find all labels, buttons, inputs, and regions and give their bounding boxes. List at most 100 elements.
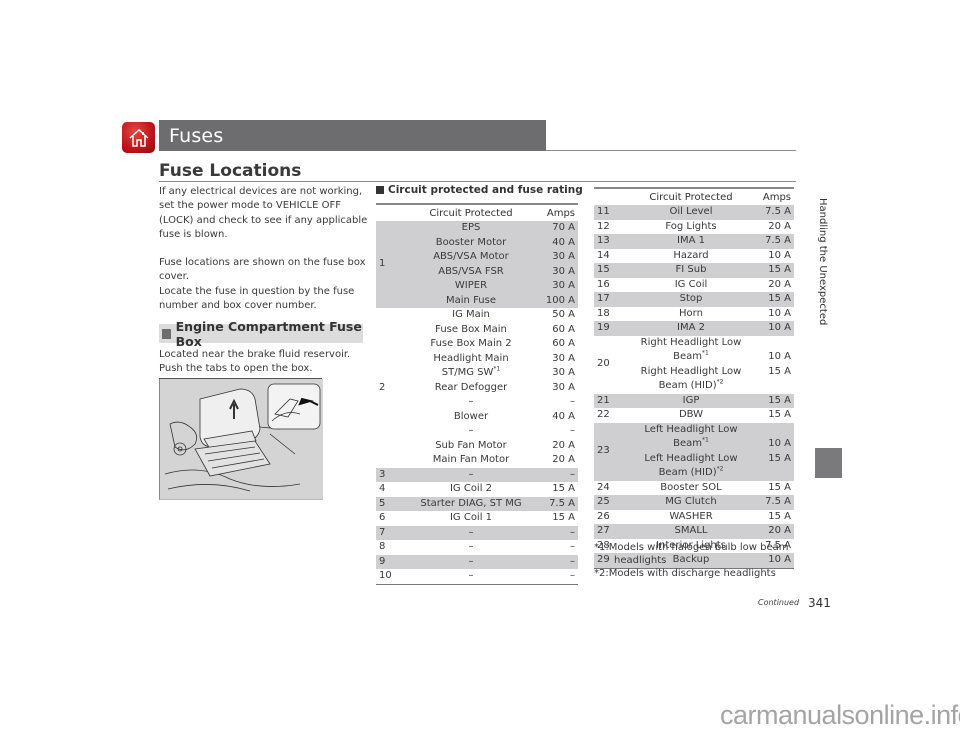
circuit-name: Starter DIAG, ST MG <box>408 496 534 511</box>
fuse-number: 15 <box>594 263 626 278</box>
circuit-name: IMA 2 <box>626 321 756 336</box>
fuse-rating: 10 A <box>756 321 794 336</box>
fuse-rating: 15 A <box>756 393 794 408</box>
watermark: carmanualsonline.info <box>720 700 960 730</box>
table-row: 3– – <box>376 467 578 482</box>
table-row: 7– – <box>376 525 578 540</box>
fuse-rating: 20 A <box>552 439 575 451</box>
circuit-name: MG Clutch <box>626 495 756 510</box>
square-bullet-icon <box>162 328 171 339</box>
table-row: 13 IMA 1 7.5 A <box>594 234 794 249</box>
fuse-rating-1: 10 A <box>768 351 791 362</box>
fuse-rating-2: 15 A <box>768 452 791 464</box>
circuit-name: Headlight Main <box>433 352 509 364</box>
divider <box>546 150 796 151</box>
table-row: 5 Starter DIAG, ST MG 7.5 A <box>376 496 578 511</box>
intro-paragraph: If any electrical devices are not workin… <box>159 186 368 241</box>
circuit-name: WASHER <box>669 510 713 522</box>
chapter-tab[interactable] <box>815 448 842 478</box>
fuse-table-2: Circuit Protected Amps 11 Oil Level 7.5 A1… <box>594 187 794 569</box>
location-text-1: Fuse locations are shown on the fuse box… <box>159 257 366 283</box>
circuit-name: Right Headlight Low Beam*1 Right Headligh… <box>626 336 756 394</box>
fuse-number: 18 <box>597 307 610 319</box>
fuse-rating: 20 A <box>756 524 794 539</box>
fuse-rating: 7.5 A <box>756 495 794 510</box>
circuit-name: IG Coil <box>674 278 708 290</box>
engine-fuse-box-illustration <box>159 379 323 500</box>
circuit-name: – <box>408 554 534 569</box>
footnotes: *1:Models with halogen bulb low beam hea… <box>594 541 799 580</box>
fuse-number: 6 <box>379 512 386 523</box>
fuse-box-location-paragraph: Located near the brake fluid reservoir. … <box>159 349 351 375</box>
circuit-name: FI Sub <box>626 263 756 278</box>
fuse-number: 14 <box>597 249 610 261</box>
fuse-number: 20 <box>597 358 610 370</box>
table-row: 24 Booster SOL 15 A <box>594 481 794 496</box>
fuse-number: 19 <box>594 321 626 336</box>
square-bullet-icon <box>376 186 384 194</box>
fuse-rating: – <box>534 569 578 585</box>
circuit-name: Stop <box>626 292 756 307</box>
circuit-name: Fuse Box Main <box>435 323 507 335</box>
fuse-number: 17 <box>594 292 626 307</box>
footnote-marker: *1 <box>702 436 709 444</box>
fuse-rating: 100 A <box>534 293 578 308</box>
circuit-name: WIPER <box>408 279 534 294</box>
fuse-rating: 15 A <box>756 263 794 278</box>
circuit-name: DBW <box>678 409 704 420</box>
table-row: 1 EPS 70 A <box>376 221 578 308</box>
home-button[interactable] <box>122 122 155 153</box>
footnote-2: *2:Models with discharge headlights <box>594 568 776 579</box>
column-header-circuit: Circuit Protected <box>408 203 534 221</box>
fuse-rating: – <box>534 554 578 569</box>
circuit-name: IGP <box>626 393 756 408</box>
circuit-name: ABS/VSA FSR <box>408 264 534 279</box>
table-row: 14 Hazard 10 A <box>594 249 794 264</box>
column-header-circuit: Circuit Protected <box>626 187 756 205</box>
table-row: 26 WASHER 15 A <box>594 510 794 525</box>
fuse-rating: 50 A <box>552 309 575 320</box>
fuse-rating: 40 A <box>534 235 578 250</box>
fuse-rating: 60 A <box>552 323 575 335</box>
location-text-2: Locate the fuse in question by the fuse … <box>159 285 355 312</box>
fuse-rating: 10 A <box>768 249 791 261</box>
circuit-variant-1: Right Headlight Low Beam*1 <box>640 336 742 363</box>
fuse-number: 21 <box>594 393 626 408</box>
table-row: 25 MG Clutch 7.5 A <box>594 495 794 510</box>
footnote-marker: *1 <box>702 349 709 357</box>
table-header-row: Circuit Protected Amps <box>376 203 578 221</box>
fuse-rating: 15 A <box>552 512 575 523</box>
circuit-name: Horn <box>679 307 703 319</box>
circuit-name: Blower <box>453 410 489 422</box>
fuse-rating: – <box>570 425 575 436</box>
table-row: 4 IG Coil 2 15 A <box>376 482 578 497</box>
circuit-variant-2: Right Headlight Low Beam (HID)*2 <box>640 365 742 392</box>
fuse-number: 8 <box>379 541 386 552</box>
fuse-number: 7 <box>376 525 408 540</box>
circuit-name: Left Headlight Low Beam*1 Left Headlight … <box>626 422 756 481</box>
circuit-name: IG Coil 1 <box>449 512 493 523</box>
fuse-rating: 10 A 15 A <box>756 422 794 481</box>
fuse-number: 9 <box>376 554 408 569</box>
table-row: 12 Fog Lights 20 A <box>594 220 794 235</box>
fuse-table-1: Circuit Protected Amps 1 EPS 70 A Booster M… <box>376 203 578 585</box>
table-row: 19 IMA 2 10 A <box>594 321 794 336</box>
fuse-rating: 70 A <box>534 221 578 236</box>
table-row: 18 Horn 10 A <box>594 307 794 322</box>
fuse-number: 26 <box>597 510 610 522</box>
fuse-rating: 20 A <box>768 220 791 232</box>
fuse-rating: 30 A <box>552 352 575 364</box>
section-title: Fuse Locations <box>159 161 302 181</box>
fuse-rating: 7.5 A <box>534 496 578 511</box>
circuit-table-heading: Circuit protected and fuse rating <box>376 184 583 196</box>
fuse-number: 16 <box>597 278 610 290</box>
circuit-name: Booster SOL <box>660 481 722 493</box>
circuit-variant-1: Left Headlight Low Beam*1 <box>644 423 738 450</box>
circuit-name: SMALL <box>626 524 756 539</box>
fuse-rating: 15 A <box>768 409 791 420</box>
table-header-row: Circuit Protected Amps <box>594 187 794 205</box>
circuit-name: – <box>468 396 474 407</box>
circuit-name: ST/MG SW*1 <box>441 365 501 378</box>
fuse-rating: – <box>570 396 575 407</box>
footnote-marker: *2 <box>716 378 724 386</box>
